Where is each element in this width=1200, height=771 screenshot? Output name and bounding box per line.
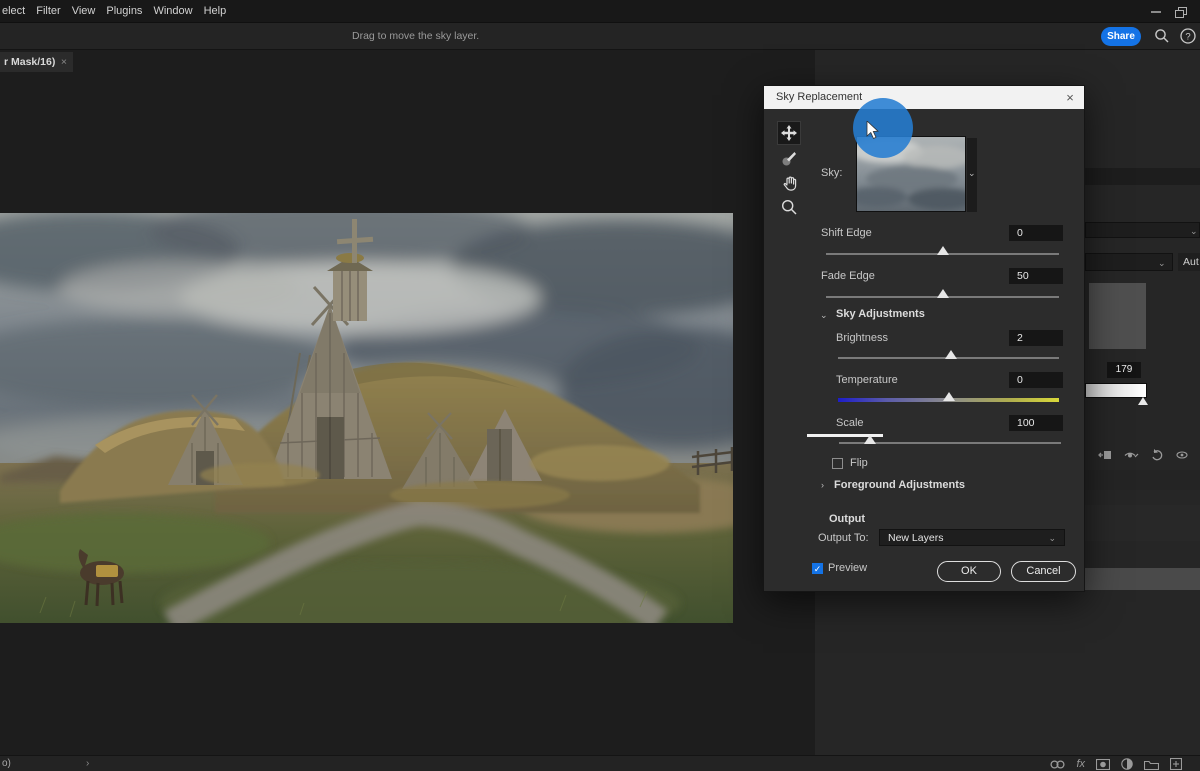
properties-footer-icons [1098,449,1188,461]
layers-panel-row [1085,470,1200,490]
menu-item-help[interactable]: Help [204,5,227,17]
panel-dropdown-top[interactable] [1085,222,1200,238]
sky-label: Sky: [821,167,842,179]
panel-header-strip [1085,168,1200,185]
menu-item-window[interactable]: Window [153,5,192,17]
photoshop-window: elect Filter View Plugins Window Help Dr… [0,0,1200,771]
status-doc-info: o) [2,758,11,769]
temperature-value[interactable]: 0 [1009,372,1063,388]
sky-replacement-dialog: Sky Replacement × Sky: [763,85,1085,592]
cancel-button[interactable]: Cancel [1011,561,1076,582]
svg-text:?: ? [1185,32,1190,43]
layers-panel-row [1085,505,1200,541]
slider-handle[interactable] [864,435,876,444]
flip-label: Flip [850,457,868,469]
zoom-tool[interactable] [778,196,800,218]
shift-edge-slider[interactable] [826,253,1059,255]
reset-icon[interactable] [1151,449,1164,461]
menu-item-plugins[interactable]: Plugins [106,5,142,17]
group-icon[interactable] [1144,759,1159,770]
brightness-slider[interactable] [838,357,1059,359]
slider-handle[interactable] [937,289,949,298]
close-icon[interactable]: × [61,52,67,72]
fx-icon[interactable]: fx [1076,758,1085,770]
scale-label: Scale [836,417,864,429]
preview-label: Preview [828,562,867,574]
chevron-down-icon: ⌄ [1158,258,1166,269]
search-icon[interactable] [1154,28,1170,44]
status-chevron-icon[interactable]: › [86,758,89,769]
collapse-chevron-icon[interactable]: ⌄ [820,310,828,321]
menu-item-view[interactable]: View [72,5,96,17]
mouse-cursor-icon [866,121,882,141]
slider-handle[interactable] [937,246,949,255]
output-to-select[interactable]: New Layers ⌄ [879,529,1065,546]
chevron-down-icon: ⌄ [1190,226,1198,237]
scale-slider[interactable] [839,442,1061,444]
expand-chevron-icon[interactable]: › [821,480,824,490]
output-level-slider-handle[interactable] [1138,397,1148,405]
output-level-ramp [1085,383,1147,398]
output-header: Output [829,513,865,525]
shift-edge-value[interactable]: 0 [1009,225,1063,241]
brightness-label: Brightness [836,332,888,344]
slider-handle[interactable] [943,392,955,401]
scale-value[interactable]: 100 [1009,415,1063,431]
clip-to-layer-icon[interactable] [1098,449,1112,461]
output-to-value: New Layers [888,532,943,544]
options-hint-text: Drag to move the sky layer. [352,30,479,42]
ok-button[interactable]: OK [937,561,1001,582]
level-value-field[interactable]: 179 [1107,362,1141,378]
link-icon[interactable] [1050,760,1065,769]
document-tab[interactable]: r Mask/16) × [0,52,73,72]
help-icon[interactable]: ? [1180,28,1196,44]
slider-handle[interactable] [945,350,957,359]
fade-edge-label: Fade Edge [821,270,875,282]
auto-button[interactable]: Aut [1178,253,1200,271]
dialog-title[interactable]: Sky Replacement [764,86,1084,109]
move-tool[interactable] [778,122,800,144]
visibility-eye-icon[interactable] [1176,450,1188,460]
mask-icon[interactable] [1096,759,1110,770]
menu-bar: elect Filter View Plugins Window Help [0,0,1200,22]
brightness-value[interactable]: 2 [1009,330,1063,346]
chevron-down-icon: ⌄ [1048,530,1056,546]
shift-edge-label: Shift Edge [821,227,872,239]
status-bar: o) › fx [0,755,1200,771]
document-canvas-photo[interactable] [0,213,733,623]
adjustment-icon[interactable] [1121,758,1133,770]
menu-item-select[interactable]: elect [2,5,25,17]
click-highlight-circle [853,98,913,158]
histogram-preview-box [1089,283,1146,349]
sky-adjustments-header[interactable]: Sky Adjustments [836,308,925,320]
temperature-label: Temperature [836,374,898,386]
sky-brush-tool[interactable] [778,148,800,170]
document-tab-label: r Mask/16) [4,56,55,68]
minimize-icon[interactable] [1150,7,1162,15]
new-layer-icon[interactable] [1170,758,1182,770]
hand-tool[interactable] [778,172,800,194]
share-button[interactable]: Share [1101,27,1141,46]
temperature-slider[interactable] [838,398,1059,402]
flip-checkbox[interactable] [832,458,843,469]
previous-state-eye-icon[interactable] [1124,450,1139,461]
foreground-adjustments-header[interactable]: Foreground Adjustments [834,479,965,491]
fade-edge-slider[interactable] [826,296,1059,298]
preview-checkbox[interactable]: ✓ [812,563,823,574]
menu-item-filter[interactable]: Filter [36,5,60,17]
fade-edge-value[interactable]: 50 [1009,268,1063,284]
layers-selected-row[interactable] [1085,568,1200,590]
options-bar: Drag to move the sky layer. Share ? [0,22,1200,50]
output-to-label: Output To: [818,532,869,544]
dialog-close-icon[interactable]: × [1056,86,1084,109]
chevron-down-icon[interactable]: ⌄ [968,168,976,179]
layers-panel-footer: fx [1050,758,1182,770]
restore-icon[interactable] [1175,7,1188,18]
